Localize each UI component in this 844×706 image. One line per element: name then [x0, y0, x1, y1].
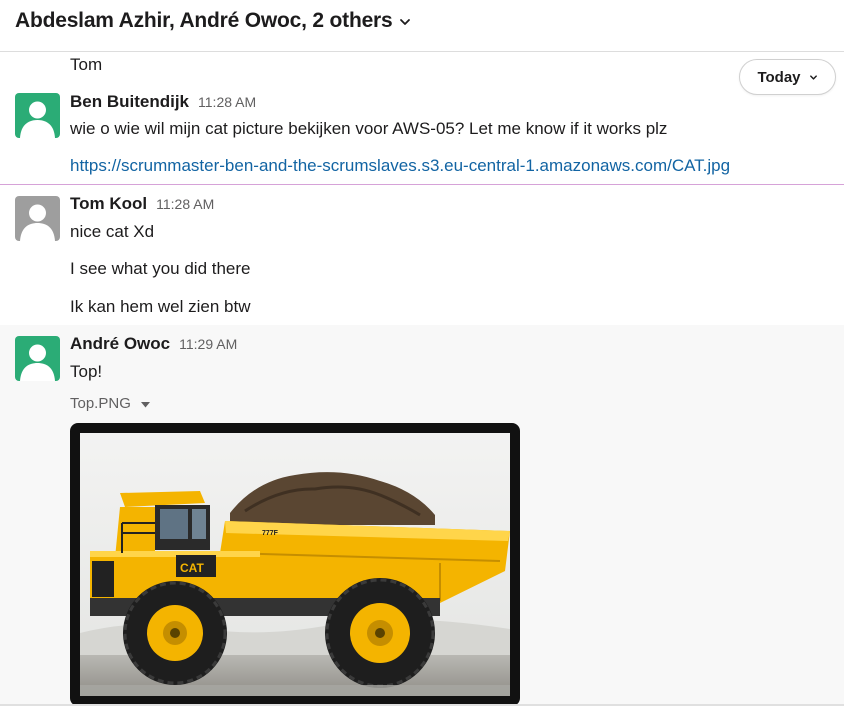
avatar[interactable]: [15, 196, 60, 241]
caret-down-icon: [140, 395, 150, 412]
date-jump-button[interactable]: Today: [739, 59, 836, 95]
message-meta: Tom Kool 11:28 AM: [70, 194, 214, 214]
message-text: I see what you did there: [70, 259, 251, 278]
message-text: Ik kan hem wel zien btw: [70, 297, 251, 316]
message-timestamp[interactable]: 11:28 AM: [198, 94, 256, 110]
avatar[interactable]: [15, 93, 60, 138]
file-name-toggle[interactable]: Top.PNG: [70, 395, 150, 412]
image-attachment[interactable]: 777F CAT: [70, 423, 520, 706]
conversation-title: Abdeslam Azhir, André Owoc, 2 others: [15, 9, 393, 32]
chevron-down-icon: [809, 69, 818, 86]
author-name[interactable]: Tom Kool: [70, 194, 147, 214]
conversation-header: Abdeslam Azhir, André Owoc, 2 others: [0, 0, 844, 52]
author-name[interactable]: Ben Buitendijk: [70, 92, 189, 112]
svg-text:777F: 777F: [262, 530, 279, 537]
message-text: nice cat Xd: [70, 222, 155, 241]
svg-text:CAT: CAT: [180, 561, 204, 575]
date-label: Today: [757, 68, 801, 86]
message-timestamp[interactable]: 11:29 AM: [179, 336, 237, 352]
chevron-down-icon: [399, 10, 411, 34]
author-name[interactable]: André Owoc: [70, 334, 170, 354]
file-name: Top.PNG: [70, 395, 131, 412]
conversation-title-button[interactable]: Abdeslam Azhir, André Owoc, 2 others: [15, 8, 411, 34]
message-text: Top!: [70, 362, 103, 381]
message-text: wie o wie wil mijn cat picture bekijken …: [70, 119, 668, 138]
message-feed[interactable]: Tom Today Ben Buitendijk 11:28 AM wie o …: [0, 52, 844, 706]
new-messages-divider: [0, 184, 844, 185]
dump-truck-image: 777F CAT: [80, 433, 510, 696]
message-meta: Ben Buitendijk 11:28 AM: [70, 92, 256, 112]
previous-message-text: Tom: [70, 55, 103, 74]
avatar[interactable]: [15, 336, 60, 381]
message-meta: André Owoc 11:29 AM: [70, 334, 237, 354]
message-timestamp[interactable]: 11:28 AM: [156, 196, 214, 212]
message-link[interactable]: https://scrummaster-ben-and-the-scrumsla…: [70, 156, 830, 176]
